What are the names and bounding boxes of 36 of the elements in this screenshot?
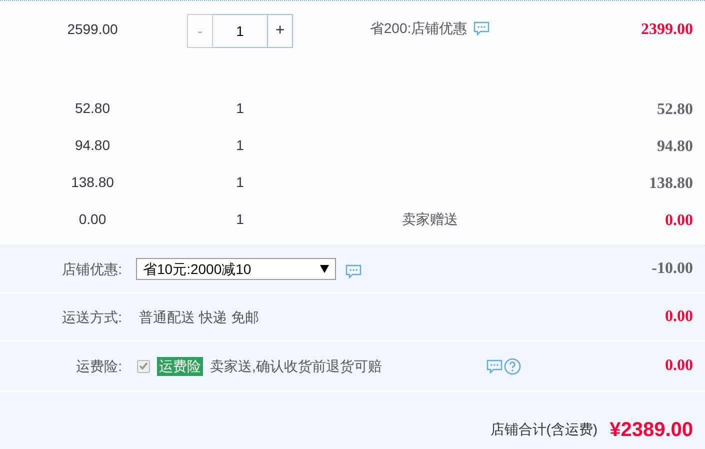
row-amount: 0.00 xyxy=(665,356,694,376)
item-total: 0.00 xyxy=(664,211,694,231)
quantity: 1 xyxy=(236,173,244,192)
row-label: 运费险: xyxy=(75,356,122,376)
row-amount: 0.00 xyxy=(665,307,694,327)
item-total: 94.80 xyxy=(656,137,694,157)
insurance-checkbox[interactable] xyxy=(137,360,150,372)
help-icon[interactable] xyxy=(504,358,521,374)
quantity: 1 xyxy=(236,210,244,229)
plus-button[interactable]: + xyxy=(267,14,293,48)
item-note: 省200:店铺优惠 xyxy=(370,19,468,38)
discount-select[interactable]: 省10元:2000减10 xyxy=(136,258,336,280)
row-label: 运送方式: xyxy=(61,308,122,326)
total-label: 店铺合计(含运费) xyxy=(490,420,598,439)
row-amount: -10.00 xyxy=(652,259,694,279)
row-label: 店铺优惠: xyxy=(61,260,122,278)
unit-price: 94.80 xyxy=(74,136,112,155)
quantity: 1 xyxy=(236,99,244,118)
shipping-method: 普通配送 快递 免邮 xyxy=(139,308,259,326)
dropdown-arrow-icon[interactable] xyxy=(320,265,329,273)
unit-price: 2599.00 xyxy=(66,20,119,39)
quantity-field[interactable]: 1 xyxy=(213,14,267,48)
insurance-text: 卖家送,确认收货前退货可赔 xyxy=(210,356,383,376)
insurance-tag: 运费险 xyxy=(157,356,203,376)
chat-icon[interactable] xyxy=(345,264,362,278)
item-total: 2399.00 xyxy=(640,20,694,40)
chat-icon[interactable] xyxy=(473,21,490,36)
unit-price: 52.80 xyxy=(74,99,112,118)
item-total: 52.80 xyxy=(656,100,694,120)
total-amount: ¥2389.00 xyxy=(610,418,693,442)
chat-icon[interactable] xyxy=(486,358,503,374)
unit-price: 0.00 xyxy=(78,210,108,229)
item-total: 138.80 xyxy=(648,174,694,194)
unit-price: 138.80 xyxy=(70,173,115,192)
quantity: 1 xyxy=(236,136,244,155)
item-note: 卖家赠送 xyxy=(402,210,458,229)
